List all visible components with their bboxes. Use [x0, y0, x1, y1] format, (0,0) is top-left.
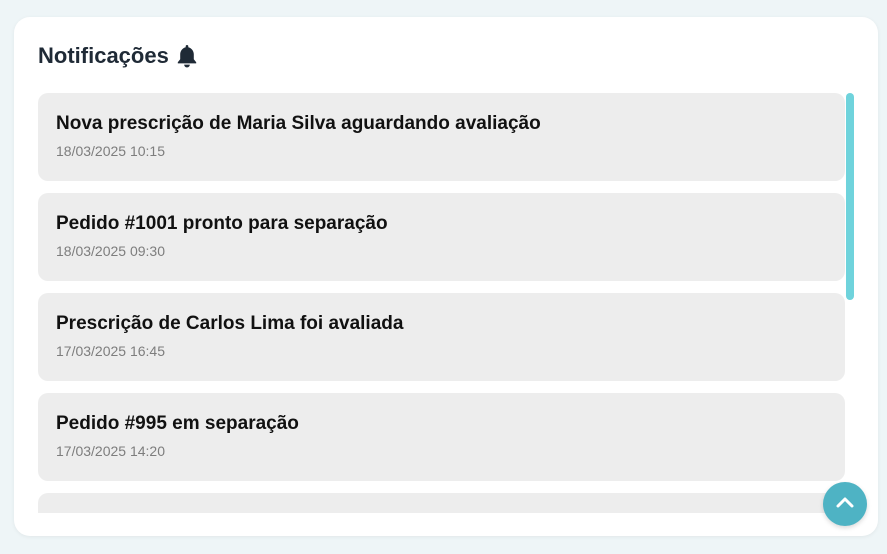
notification-timestamp: 18/03/2025 09:30	[56, 243, 165, 259]
notification-timestamp: 17/03/2025 16:45	[56, 343, 165, 359]
notification-message: Pedido #1001 pronto para separação	[56, 213, 388, 234]
notifications-list[interactable]: Nova prescrição de Maria Silva aguardand…	[38, 93, 845, 513]
scrollbar[interactable]	[845, 93, 855, 513]
notification-message: Prescrição de Carlos Lima foi avaliada	[56, 313, 404, 334]
notification-item[interactable]: Nova prescrição de Maria Silva aguardand…	[38, 93, 845, 181]
notification-item[interactable]: Prescrição de Carlos Lima foi avaliada 1…	[38, 293, 845, 381]
scroll-to-top-button[interactable]	[823, 482, 867, 526]
scrollbar-thumb[interactable]	[846, 93, 854, 300]
notifications-panel: Notificações Nova prescrição de Maria Si…	[14, 17, 878, 536]
notification-timestamp: 17/03/2025 14:20	[56, 443, 165, 459]
notification-item[interactable]: Pedido #995 em separação 17/03/2025 14:2…	[38, 393, 845, 481]
bell-icon	[175, 43, 199, 69]
panel-title: Notificações	[38, 43, 169, 68]
panel-header: Notificações	[38, 41, 199, 71]
notification-item[interactable]: Pedido #1001 pronto para separação 18/03…	[38, 193, 845, 281]
notification-message: Pedido #995 em separação	[56, 413, 299, 434]
chevron-up-icon	[835, 495, 855, 514]
notification-timestamp: 18/03/2025 10:15	[56, 143, 165, 159]
notification-message: Nova prescrição de Maria Silva aguardand…	[56, 113, 541, 134]
notification-item[interactable]	[38, 493, 845, 513]
